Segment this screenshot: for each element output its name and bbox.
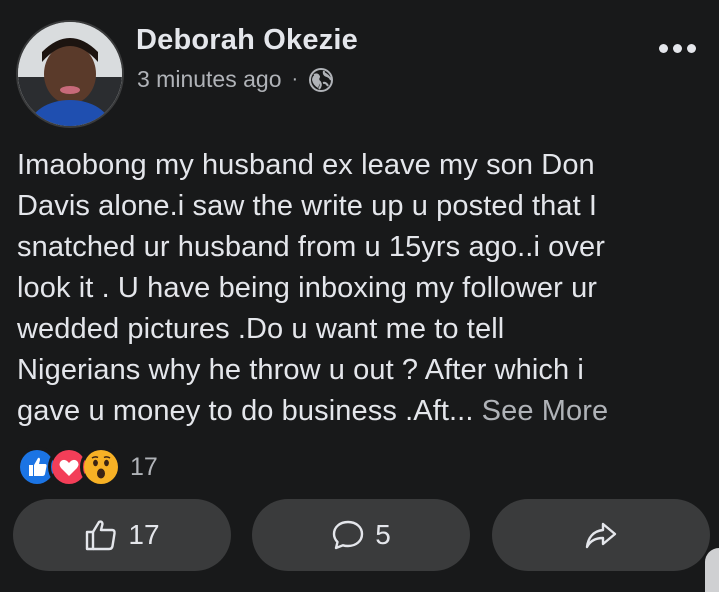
post-text-line: wedded pictures .Do u want me to tell	[17, 313, 505, 345]
reaction-count: 17	[130, 452, 158, 481]
post-text-last: gave u money to do business .Aft...	[17, 395, 474, 427]
share-button[interactable]	[492, 499, 710, 571]
comment-count: 5	[375, 519, 391, 550]
more-options-icon[interactable]	[655, 30, 699, 66]
post-text-line: snatched ur husband from u 15yrs ago..i …	[17, 231, 605, 263]
like-button[interactable]: 17	[13, 499, 231, 571]
avatar[interactable]	[16, 20, 124, 128]
thumbs-up-icon	[86, 520, 117, 551]
post-text: Imaobong my husband ex leave my son Don …	[17, 145, 707, 432]
timestamp[interactable]: 3 minutes ago	[137, 66, 281, 93]
comment-bubble-icon	[333, 520, 364, 550]
post-text-line: look it . U have being inboxing my follo…	[17, 272, 598, 304]
action-bar: 17 5	[10, 499, 710, 573]
see-more-link[interactable]: See More	[482, 395, 609, 427]
post-meta: 3 minutes ago ·	[137, 66, 334, 93]
reactions-summary[interactable]: 17	[16, 446, 158, 488]
facebook-post: Deborah Okezie 3 minutes ago · Imaobong …	[0, 0, 719, 592]
post-text-line: gave u money to do business .Aft... See …	[17, 391, 707, 432]
share-arrow-icon	[585, 522, 617, 549]
author-name[interactable]: Deborah Okezie	[136, 24, 358, 57]
wow-reaction-icon	[80, 446, 122, 488]
post-text-line: Davis alone.i saw the write up u posted …	[17, 190, 598, 222]
globe-icon[interactable]	[308, 67, 334, 93]
comment-button[interactable]: 5	[252, 499, 470, 571]
scroll-handle[interactable]	[705, 548, 719, 592]
like-count: 17	[128, 519, 160, 550]
meta-separator: ·	[291, 68, 299, 90]
post-text-line: Nigerians why he throw u out ? After whi…	[17, 354, 584, 386]
post-text-line: Imaobong my husband ex leave my son Don	[17, 149, 595, 181]
